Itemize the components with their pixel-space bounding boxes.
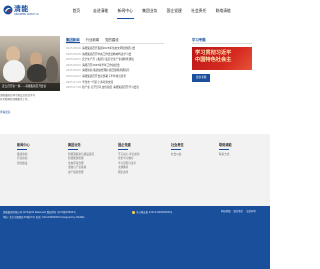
footer-col-news: 新闻中心 集团新闻 行业新闻 党的建设: [17, 142, 30, 166]
hero-description-line: 有关精神并部署相关工作。: [0, 97, 31, 101]
hero-caption[interactable]: 近日召开第一期……清能集团召开会议: [0, 83, 60, 91]
news-item[interactable]: 2025.07.28 新产业 打开空间 这份总结 清能集团召开学习会议: [66, 85, 164, 91]
beian-record[interactable]: 京公网安备 11011100000000号: [132, 210, 172, 214]
nav-responsibility[interactable]: 社会责任: [187, 0, 212, 22]
footer-col-title[interactable]: 国企党建: [118, 142, 140, 147]
site-logo[interactable]: 清能 QINGNENG GROUP CO.: [3, 3, 39, 19]
main-content: 近日召开第一期……清能集团召开会议 清能集团召开专题会议传达学习 有关精神并部署…: [0, 22, 270, 134]
footer-link[interactable]: 党的建设: [17, 162, 30, 167]
logo-subtitle: QINGNENG GROUP CO.: [14, 13, 40, 16]
footer-col-title[interactable]: 联络清能: [219, 142, 232, 147]
nav-contact[interactable]: 联络清能: [211, 0, 236, 22]
footer-links: 新闻中心 集团新闻 行业新闻 党的建设 集团业务 新能源投资与建设运营 智慧能源…: [0, 134, 270, 206]
footer-col-divider: [219, 149, 229, 150]
site-header: 清能 QINGNENG GROUP CO. 首页 走进清能 新闻中心 集团业务 …: [0, 0, 270, 22]
nav-about[interactable]: 走进清能: [89, 0, 114, 22]
footer-col-business: 集团业务 新能源投资与建设运营 智慧能源管理 生态环境治理 金融与产业投资 资产…: [68, 142, 94, 175]
footer-col-title[interactable]: 社会责任: [171, 142, 184, 147]
nav-business[interactable]: 集团业务: [138, 0, 163, 22]
study-header: 学习专题: [192, 36, 252, 44]
footer-col-divider: [171, 149, 181, 150]
address-text: 地址: 北京市朝阳区XX路XX号 电话: 010-00000000 Design…: [3, 216, 85, 219]
study-banner-text: 学习贯彻习近平 中国特色社会主: [195, 50, 231, 64]
hero-more-link[interactable]: 查看更多: [0, 110, 10, 114]
footer-col-title[interactable]: 新闻中心: [17, 142, 30, 147]
nav-home[interactable]: 首页: [64, 0, 89, 22]
copyright-text: 清能集团有限公司 All Rights Reserved 版权所有 京ICP备1…: [3, 211, 76, 214]
study-banner-line: 中国特色社会主: [195, 57, 232, 63]
contact-link[interactable]: 联系我们: [234, 209, 244, 213]
hero-photo[interactable]: 近日召开第一期……清能集团召开会议: [0, 36, 60, 91]
nav-party[interactable]: 国企党建: [162, 0, 187, 22]
footer-link[interactable]: 国企改革: [118, 171, 140, 176]
news-title[interactable]: 新产业 打开空间 这份总结 清能集团召开学习会议: [82, 85, 139, 91]
hero-description: 清能集团召开专题会议传达学习 有关精神并部署相关工作。: [0, 94, 60, 101]
news-date: 2025.07.28: [66, 86, 81, 90]
nav-news[interactable]: 新闻中心: [113, 0, 138, 22]
tab-group-news[interactable]: 集团新闻: [66, 36, 80, 43]
study-panel: 学习专题 学习贯彻习近平 中国特色社会主 更多专题: [192, 36, 252, 82]
footer-col-divider: [118, 149, 128, 150]
more-topics-button[interactable]: 更多专题: [192, 74, 211, 82]
beian-text[interactable]: 京公网安备 11011100000000号: [136, 211, 172, 214]
tab-industry-news[interactable]: 行业新闻: [86, 36, 100, 43]
sitemap-link[interactable]: 网站地图: [221, 209, 231, 213]
footer-badges: 网站地图 联系我们 法律声明: [218, 209, 256, 213]
news-list: 2025.08.06 清能集团召开集团2025年生态文明思想研讨会 2025.08…: [66, 46, 164, 91]
study-banner-line: 学习贯彻习近平: [195, 50, 232, 56]
site-footer: 清能集团有限公司 All Rights Reserved 版权所有 京ICP备1…: [0, 206, 270, 269]
footer-link[interactable]: 社会公益: [171, 153, 184, 158]
study-title: 学习专题: [192, 38, 206, 42]
photo-person: [27, 64, 47, 82]
main-nav: 首页 走进清能 新闻中心 集团业务 国企党建 社会责任 联络清能: [64, 0, 236, 22]
footer-col-title[interactable]: 集团业务: [68, 142, 94, 147]
news-tabs: 集团新闻 行业新闻 党的建设: [66, 36, 164, 44]
tab-party-building[interactable]: 党的建设: [105, 36, 119, 43]
photo-person: [3, 60, 25, 82]
footer-col-contact: 联络清能 联系方式: [219, 142, 232, 157]
logo-icon: [3, 5, 13, 15]
footer-col-divider: [17, 149, 27, 150]
news-panel: 集团新闻 行业新闻 党的建设 2025.08.06 清能集团召开集团2025年生态…: [66, 36, 164, 91]
footer-col-party: 国企党建 不忘初心 牢记使命 党史学习教育 学习贯彻习近平 主题教育 国企改革: [118, 142, 140, 175]
footer-link[interactable]: 资产运营管理: [68, 171, 94, 176]
footer-col-responsibility: 社会责任 社会公益: [171, 142, 184, 157]
police-badge-icon: [132, 211, 135, 214]
legal-link[interactable]: 法律声明: [246, 209, 256, 213]
footer-col-divider: [68, 149, 78, 150]
footer-link[interactable]: 联系方式: [219, 153, 232, 158]
photo-person: [46, 56, 58, 82]
study-banner[interactable]: 学习贯彻习近平 中国特色社会主: [192, 47, 252, 70]
